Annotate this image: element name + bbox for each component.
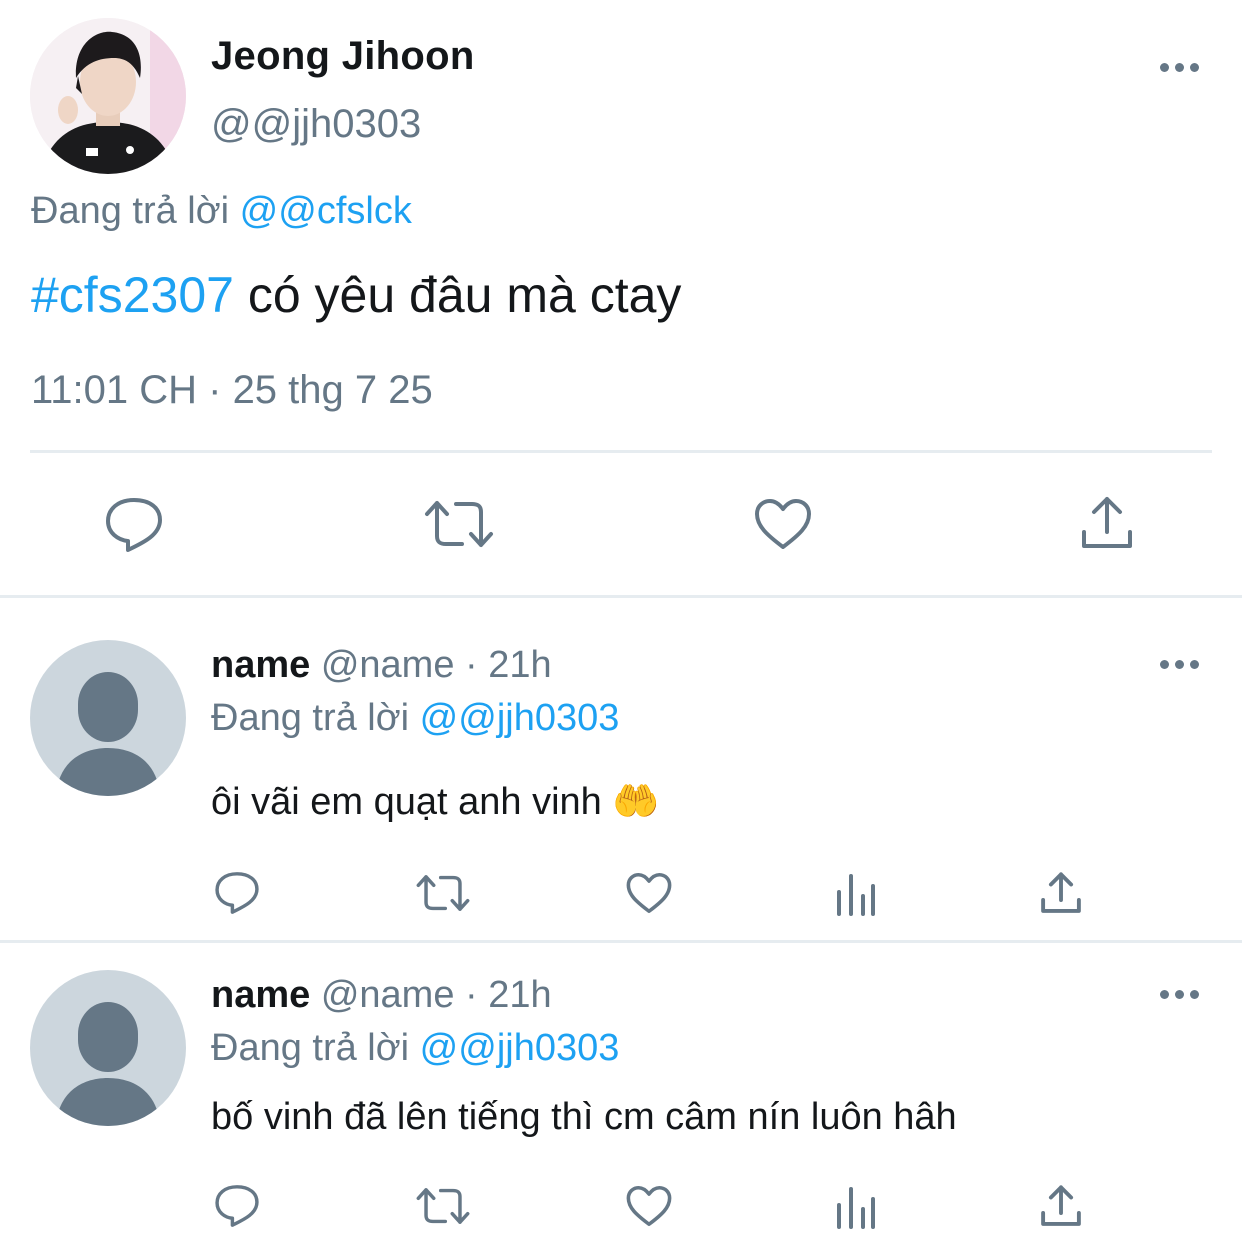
reply-header: name @name · 21h [211,974,552,1017]
reply-icon[interactable] [214,870,260,916]
replying-prefix: Đang trả lời [211,697,410,739]
reply-icon[interactable] [214,1183,260,1229]
reply-avatar[interactable] [30,640,186,796]
replying-mention-link[interactable]: @@jjh0303 [420,697,620,739]
share-icon[interactable] [1040,872,1082,914]
like-icon[interactable] [754,498,812,550]
replying-prefix: Đang trả lời [211,1027,410,1069]
reply-author-handle[interactable]: @name [321,644,455,686]
reply-time[interactable]: · 21h [465,974,552,1016]
like-icon[interactable] [626,1185,672,1227]
retweet-icon[interactable] [416,1185,470,1227]
author-handle[interactable]: @@jjh0303 [211,102,421,147]
share-icon[interactable] [1040,1185,1082,1227]
tweet-text: #cfs2307 có yêu đâu mà ctay [31,266,681,324]
retweet-icon[interactable] [424,498,494,550]
replying-mention-link[interactable]: @@jjh0303 [420,1027,620,1069]
replying-to-line: Đang trả lời @@cfslck [31,190,412,233]
reply-text: bố vinh đã lên tiếng thì cm câm nín luôn… [211,1096,957,1138]
replying-to-line: Đang trả lời @@jjh0303 [211,697,619,740]
analytics-icon[interactable] [836,872,876,916]
reply-header: name @name · 21h [211,644,552,687]
divider [30,450,1212,453]
author-name[interactable]: Jeong Jihoon [211,34,475,79]
tweet-body: có yêu đâu mà ctay [233,267,682,323]
author-avatar[interactable] [30,18,186,174]
reply-author-handle[interactable]: @name [321,974,455,1016]
hashtag-link[interactable]: #cfs2307 [31,267,234,323]
default-avatar-icon [56,672,160,796]
more-options-icon[interactable] [1160,63,1200,75]
divider [0,940,1242,943]
more-options-icon[interactable] [1160,990,1200,1002]
reply-body: ôi vãi em quạt anh vinh [211,781,602,823]
reply-text: ôi vãi em quạt anh vinh 🤲 [211,780,660,824]
share-icon[interactable] [1080,496,1134,550]
reply-author-name[interactable]: name [211,644,310,686]
tweet-timestamp[interactable]: 11:01 CH · 25 thg 7 25 [31,368,433,413]
palms-up-emoji-icon: 🤲 [612,781,660,823]
more-options-icon[interactable] [1160,660,1200,672]
default-avatar-icon [56,1002,160,1126]
reply-author-name[interactable]: name [211,974,310,1016]
like-icon[interactable] [626,872,672,914]
reply-time[interactable]: · 21h [465,644,552,686]
replying-mention-link[interactable]: @@cfslck [240,190,412,232]
analytics-icon[interactable] [836,1185,876,1229]
reply-icon[interactable] [104,496,164,554]
replying-to-line: Đang trả lời @@jjh0303 [211,1027,619,1070]
author-photo [30,18,186,174]
retweet-icon[interactable] [416,872,470,914]
divider [0,595,1242,598]
replying-prefix: Đang trả lời [31,190,230,232]
reply-avatar[interactable] [30,970,186,1126]
